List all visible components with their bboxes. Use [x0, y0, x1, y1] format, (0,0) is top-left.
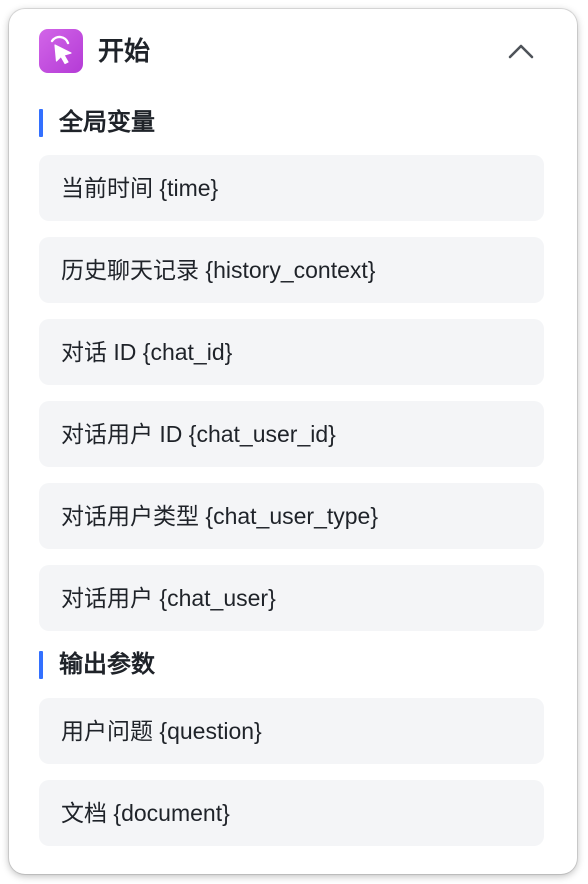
- variable-item-chat-user-id[interactable]: 对话用户 ID {chat_user_id}: [39, 401, 544, 467]
- section-accent-bar: [39, 651, 43, 679]
- variable-item-chat-id[interactable]: 对话 ID {chat_id}: [39, 319, 544, 385]
- output-item-document[interactable]: 文档 {document}: [39, 780, 544, 846]
- section-title-label: 全局变量: [59, 109, 155, 136]
- variable-item-chat-user[interactable]: 对话用户 {chat_user}: [39, 565, 544, 631]
- chevron-up-icon[interactable]: [505, 37, 537, 65]
- section-output-parameters: 输出参数: [39, 649, 155, 681]
- node-title: 开始: [98, 36, 151, 66]
- variable-item-history-context[interactable]: 历史聊天记录 {history_context}: [39, 237, 544, 303]
- section-global-variables: 全局变量: [39, 107, 155, 139]
- node-header: 开始: [9, 9, 577, 93]
- output-item-question[interactable]: 用户问题 {question}: [39, 698, 544, 764]
- cursor-click-icon: [39, 29, 83, 73]
- start-node-card: 开始 全局变量 当前时间 {time} 历史聊天记录 {history_cont…: [9, 9, 577, 874]
- variable-item-time[interactable]: 当前时间 {time}: [39, 155, 544, 221]
- section-title-label: 输出参数: [59, 651, 155, 678]
- variable-item-chat-user-type[interactable]: 对话用户类型 {chat_user_type}: [39, 483, 544, 549]
- section-accent-bar: [39, 109, 43, 137]
